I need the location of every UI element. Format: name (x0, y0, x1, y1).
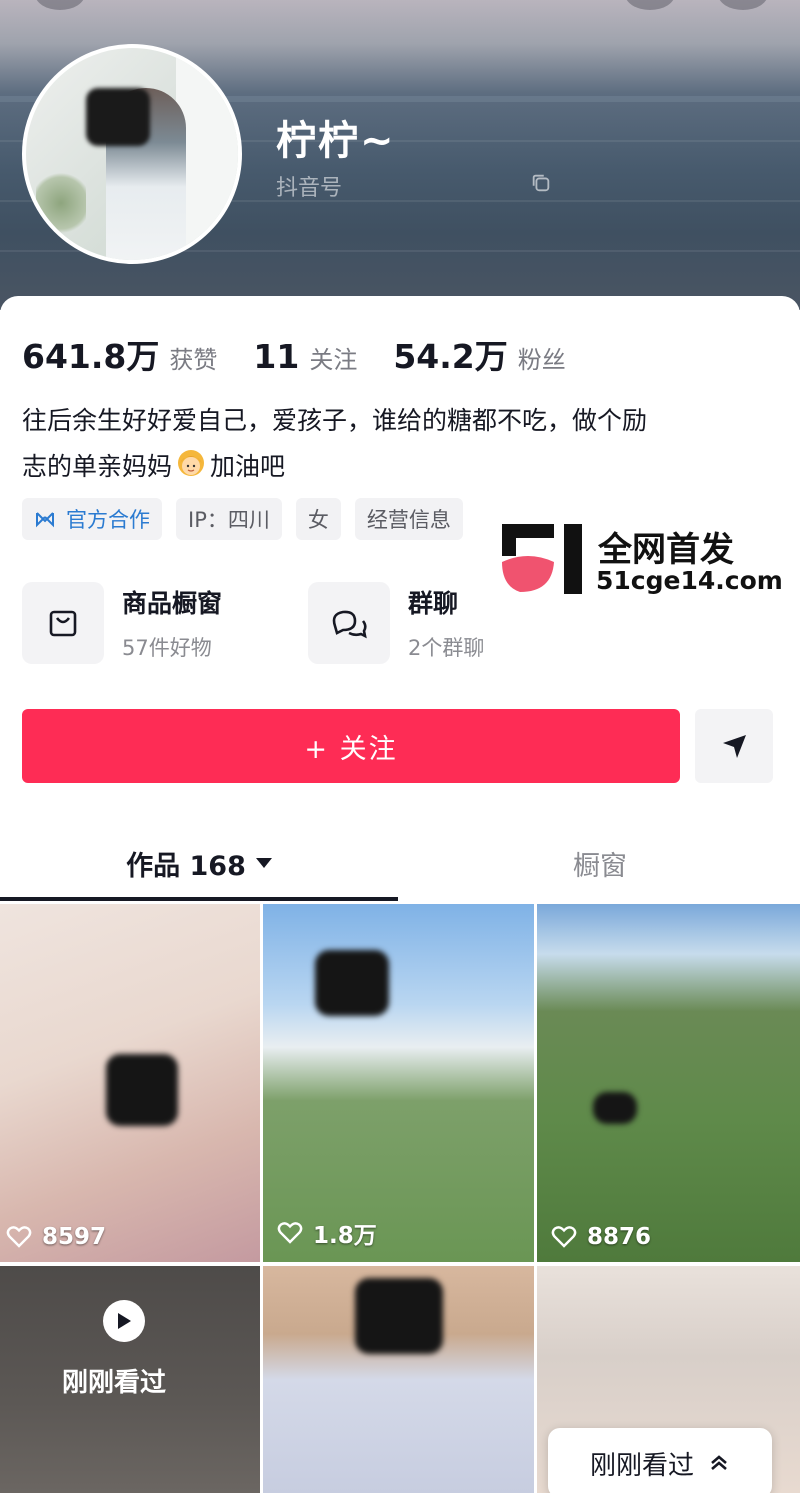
bio-line-2-start: 志的单亲妈妈 (22, 452, 173, 481)
dropdown-caret-icon (255, 858, 272, 868)
stat-following-label: 关注 (309, 346, 358, 374)
profile-nickname: 柠柠~ (276, 118, 396, 164)
video-thumbnail[interactable] (263, 1266, 534, 1493)
more-options-button[interactable] (718, 0, 768, 10)
bio-line-2-end: 加油吧 (210, 452, 286, 481)
video-likes-count: 8597 (42, 1224, 107, 1250)
stat-following[interactable]: 11 关注 (253, 337, 357, 376)
tag-gender: 女 (295, 498, 341, 540)
video-likes-count: 8876 (587, 1224, 652, 1250)
video-likes: 8876 (551, 1224, 651, 1250)
follow-button[interactable]: + 关注 (22, 709, 680, 783)
back-button[interactable] (35, 0, 85, 10)
shop-window-title: 商品橱窗 (122, 589, 223, 618)
play-icon (103, 1300, 145, 1342)
recently-viewed-label: 刚刚看过 (589, 1450, 694, 1481)
group-chat-subtitle: 2个群聊 (408, 636, 485, 660)
stat-followers-label: 粉丝 (517, 346, 566, 374)
profile-tags: 官方合作 IP：四川 女 经营信息 (22, 498, 477, 540)
recently-viewed-overlay: 刚刚看过 (62, 1368, 167, 1398)
stat-likes[interactable]: 641.8万 获赞 (22, 330, 217, 378)
avatar-plant (36, 168, 86, 238)
chat-bubbles-icon (332, 610, 367, 639)
blurred-face (106, 1054, 178, 1126)
video-likes: 8597 (6, 1224, 106, 1250)
tab-showcase[interactable]: 橱窗 (400, 828, 800, 898)
video-thumbnail[interactable]: 8876 (537, 904, 800, 1262)
video-likes: 1.8万 (277, 1216, 377, 1250)
blurred-face (593, 1092, 637, 1124)
video-likes-count: 1.8万 (313, 1223, 377, 1249)
service-group-chat[interactable]: 群聊 2个群聊 (308, 582, 594, 664)
avatar[interactable] (22, 44, 242, 264)
shop-window-subtitle: 57件好物 (122, 636, 212, 660)
profile-bio: 往后余生好好爱自己，爱孩子，谁给的糖都不吃，做个励 志的单亲妈妈 加油吧 (22, 398, 762, 490)
tab-works-label: 作品 168 (126, 850, 246, 882)
stat-likes-label: 获赞 (169, 346, 218, 374)
video-thumbnail[interactable]: 8597 (0, 904, 260, 1262)
woman-emoji-icon (178, 450, 205, 476)
stat-followers[interactable]: 54.2万 粉丝 (393, 330, 565, 378)
copy-icon[interactable] (530, 172, 552, 194)
heart-outline-icon (277, 1222, 303, 1244)
tab-works[interactable]: 作品 168 (0, 828, 398, 898)
blurred-face (315, 950, 389, 1016)
tag-business-info[interactable]: 经营信息 (354, 498, 463, 540)
video-thumbnail[interactable]: 1.8万 (263, 904, 534, 1262)
play-triangle-icon (118, 1313, 131, 1329)
stat-likes-value: 641.8万 (22, 337, 160, 376)
watermark-title: 全网首发 (598, 530, 734, 570)
stat-following-value: 11 (253, 337, 300, 376)
blurred-face (355, 1278, 443, 1354)
chevron-up-icon (711, 1455, 727, 1470)
official-cooperation-icon (36, 512, 54, 528)
stat-followers-value: 54.2万 (393, 337, 508, 376)
heart-outline-icon (6, 1226, 32, 1248)
bio-line-2: 志的单亲妈妈 加油吧 (22, 444, 762, 490)
profile-services: 商品橱窗 57件好物 群聊 2个群聊 (22, 582, 594, 664)
shop-window-texts: 商品橱窗 57件好物 (122, 584, 222, 662)
active-tab-indicator (0, 897, 398, 901)
service-shop-window[interactable]: 商品橱窗 57件好物 (22, 582, 308, 664)
search-button[interactable] (625, 0, 675, 10)
send-message-button[interactable] (695, 709, 773, 783)
profile-stats: 641.8万 获赞 11 关注 54.2万 粉丝 (22, 330, 602, 378)
heart-outline-icon (551, 1226, 577, 1248)
group-chat-texts: 群聊 2个群聊 (408, 584, 484, 662)
shop-window-icon-box (22, 582, 104, 664)
bio-line-1: 往后余生好好爱自己，爱孩子，谁给的糖都不吃，做个励 (22, 406, 648, 435)
group-chat-icon-box (308, 582, 390, 664)
tag-official-cooperation[interactable]: 官方合作 (22, 498, 162, 540)
shopping-bag-icon (49, 610, 77, 637)
video-thumbnail-recently-viewed[interactable]: 刚刚看过 (0, 1266, 260, 1493)
paper-plane-icon (723, 735, 746, 758)
avatar-blurred-face (86, 88, 150, 146)
tag-official-label: 官方合作 (66, 508, 150, 532)
tag-ip: IP：四川 (176, 498, 282, 540)
recently-viewed-button[interactable]: 刚刚看过 (548, 1428, 772, 1493)
douyin-id-label: 抖音号 (276, 176, 343, 201)
watermark-url: 51cge14.com (596, 566, 783, 595)
group-chat-title: 群聊 (408, 589, 459, 618)
profile-tabs: 作品 168 橱窗 (0, 828, 800, 898)
